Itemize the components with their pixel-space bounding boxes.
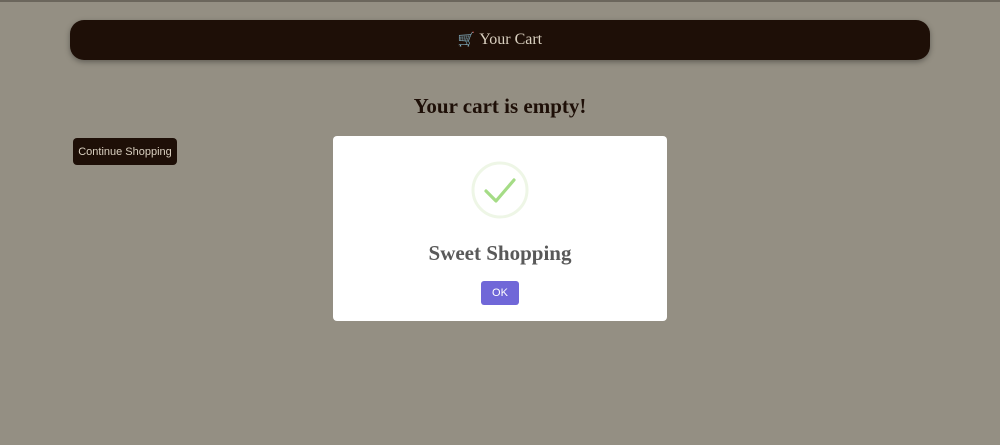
continue-shopping-button[interactable]: Continue Shopping — [73, 138, 177, 165]
shopping-cart-icon: 🛒 — [457, 32, 476, 48]
checkmark-success-icon — [471, 161, 529, 219]
cart-header-bar: 🛒 Your Cart — [70, 20, 930, 60]
modal-title: Sweet Shopping — [428, 241, 572, 265]
ok-button[interactable]: OK — [481, 281, 519, 305]
empty-cart-message: Your cart is empty! — [413, 94, 587, 118]
success-modal: Sweet Shopping OK — [333, 136, 667, 321]
cart-header-title: Your Cart — [479, 31, 543, 48]
